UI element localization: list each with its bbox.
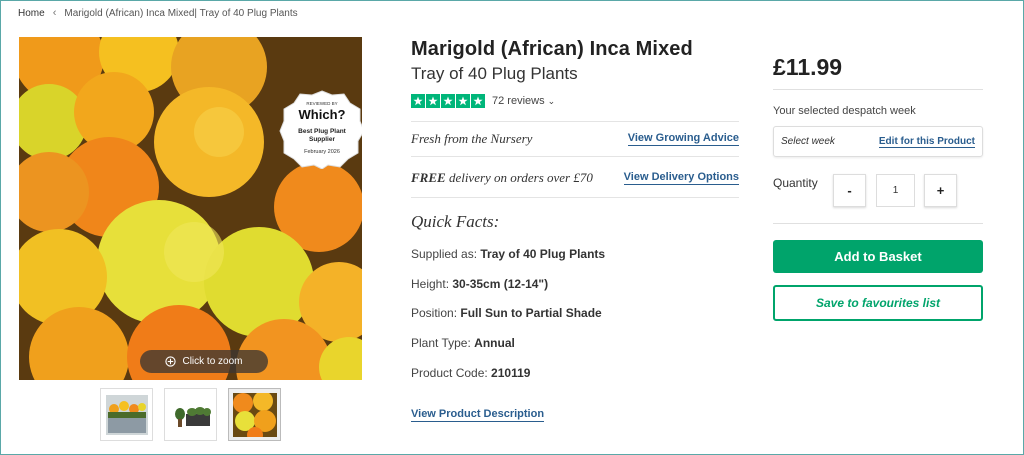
fact-value: 210119 bbox=[491, 366, 531, 380]
fact-position: Position: Full Sun to Partial Shade bbox=[411, 306, 602, 320]
star-icon bbox=[456, 94, 470, 108]
reviews-count[interactable]: 72 reviews bbox=[492, 95, 545, 107]
star-icon bbox=[426, 94, 440, 108]
fact-value: 30-35cm (12-14") bbox=[452, 277, 549, 291]
product-price: £11.99 bbox=[773, 54, 843, 80]
plug-plants-photo bbox=[174, 406, 211, 427]
product-main-image[interactable]: REVIEWED BY Which? Best Plug Plant Suppl… bbox=[19, 37, 362, 380]
zoom-label: Click to zoom bbox=[182, 356, 243, 367]
click-to-zoom-button[interactable]: Click to zoom bbox=[140, 350, 268, 373]
add-to-basket-button[interactable]: Add to Basket bbox=[773, 240, 983, 273]
thumbnail-strip bbox=[100, 388, 281, 441]
planter-photo bbox=[105, 394, 148, 435]
quantity-decrease-button[interactable]: - bbox=[833, 174, 866, 207]
view-product-description-link[interactable]: View Product Description bbox=[411, 404, 545, 422]
divider bbox=[773, 223, 983, 224]
despatch-week-label: Your selected despatch week bbox=[773, 105, 916, 117]
divider bbox=[773, 89, 983, 90]
svg-text:Supplier: Supplier bbox=[309, 136, 335, 143]
quantity-input[interactable]: 1 bbox=[876, 174, 915, 207]
thumbnail-3[interactable] bbox=[228, 388, 281, 441]
despatch-week-select[interactable]: Select week Edit for this Product bbox=[773, 126, 983, 157]
which-award-badge: REVIEWED BY Which? Best Plug Plant Suppl… bbox=[278, 89, 362, 169]
star-icon bbox=[411, 94, 425, 108]
fact-height: Height: 30-35cm (12-14") bbox=[411, 277, 548, 291]
quantity-label: Quantity bbox=[773, 176, 818, 190]
trustpilot-stars bbox=[411, 94, 485, 108]
chevron-left-icon: ‹ bbox=[52, 7, 57, 19]
thumbnail-2[interactable] bbox=[164, 388, 217, 441]
marigold-thumb-photo bbox=[232, 392, 277, 437]
quantity-increase-button[interactable]: + bbox=[924, 174, 957, 207]
product-subtitle: Tray of 40 Plug Plants bbox=[411, 64, 578, 83]
rating-summary[interactable]: 72 reviews ⌄ bbox=[411, 94, 555, 108]
nursery-text: Fresh from the Nursery bbox=[411, 131, 533, 146]
view-delivery-options-link[interactable]: View Delivery Options bbox=[623, 171, 739, 185]
svg-text:REVIEWED BY: REVIEWED BY bbox=[306, 101, 337, 106]
fact-label: Height: bbox=[411, 277, 453, 291]
svg-text:Which?: Which? bbox=[299, 107, 346, 122]
fact-plant-type: Plant Type: Annual bbox=[411, 336, 515, 350]
product-title: Marigold (African) Inca Mixed bbox=[411, 38, 693, 60]
breadcrumb-home[interactable]: Home bbox=[18, 8, 45, 19]
fact-label: Product Code: bbox=[411, 366, 492, 380]
view-product-description-label[interactable]: View Product Description bbox=[411, 408, 545, 422]
quick-facts-title: Quick Facts: bbox=[411, 212, 500, 231]
free-label: FREE bbox=[411, 169, 446, 185]
view-growing-advice-link[interactable]: View Growing Advice bbox=[627, 132, 739, 146]
thumbnail-1[interactable] bbox=[100, 388, 153, 441]
nursery-row: Fresh from the Nursery View Growing Advi… bbox=[411, 121, 739, 157]
fact-label: Position: bbox=[411, 306, 461, 320]
delivery-text: FREE delivery on orders over £70 bbox=[411, 170, 593, 186]
fact-supplied-as: Supplied as: Tray of 40 Plug Plants bbox=[411, 247, 605, 261]
edit-week-link[interactable]: Edit for this Product bbox=[878, 136, 975, 148]
save-to-favourites-button[interactable]: Save to favourites list bbox=[773, 285, 983, 321]
fact-product-code: Product Code: 210119 bbox=[411, 366, 530, 380]
breadcrumb-current: Marigold (African) Inca Mixed| Tray of 4… bbox=[64, 7, 298, 19]
star-icon bbox=[471, 94, 485, 108]
svg-text:February 2026: February 2026 bbox=[304, 149, 340, 155]
fact-label: Plant Type: bbox=[411, 336, 475, 350]
fact-value: Annual bbox=[474, 336, 515, 350]
fact-value: Tray of 40 Plug Plants bbox=[480, 247, 606, 261]
chevron-down-icon: ⌄ bbox=[547, 95, 556, 106]
select-week-text[interactable]: Select week bbox=[781, 136, 835, 147]
svg-text:Best Plug Plant: Best Plug Plant bbox=[298, 128, 347, 135]
delivery-row: FREE delivery on orders over £70 View De… bbox=[411, 158, 739, 198]
fact-label: Supplied as: bbox=[411, 247, 481, 261]
star-icon bbox=[441, 94, 455, 108]
fact-value: Full Sun to Partial Shade bbox=[460, 306, 602, 320]
delivery-condition: delivery on orders over £70 bbox=[445, 169, 593, 185]
zoom-icon bbox=[165, 356, 177, 367]
breadcrumb: Home ‹ Marigold (African) Inca Mixed| Tr… bbox=[18, 7, 298, 19]
